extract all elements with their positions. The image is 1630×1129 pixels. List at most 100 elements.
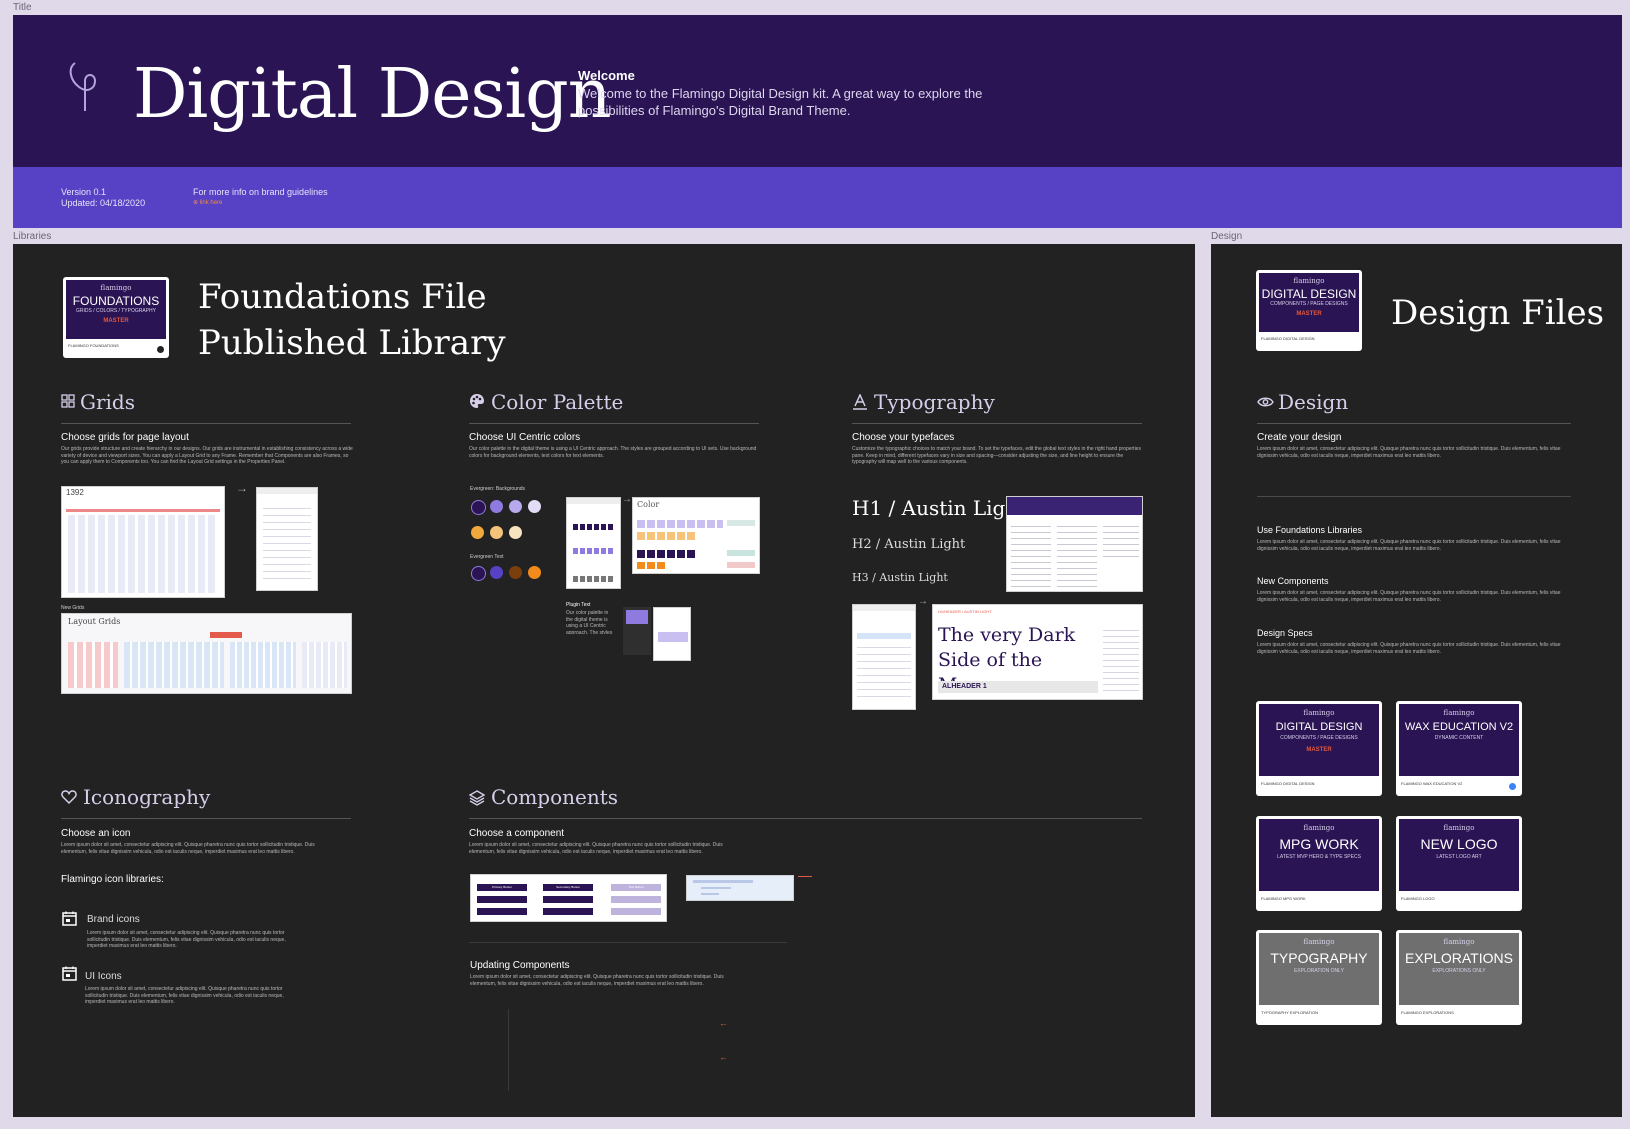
arrow-left-icon: ← [719, 1052, 728, 1062]
design-item-description: Lorem ipsum dolor sit amet, consectetur … [1257, 590, 1561, 603]
selected-style-row [857, 633, 911, 639]
color-swatch[interactable] [490, 526, 503, 539]
iconography-title: Iconography [83, 785, 211, 809]
design-file-card[interactable]: flamingo EXPLORATIONS EXPLORATIONS ONLY FLA… [1396, 930, 1522, 1025]
layout-grids-preview[interactable]: Layout Grids [61, 613, 352, 694]
design-item-description: Lorem ipsum dolor sit amet, consectetur … [1257, 642, 1561, 655]
card-footer: FLAMINGO FOUNDATIONS [68, 343, 119, 348]
flamingo-logo-icon [69, 62, 97, 111]
ui-icons-description: Lorem ipsum dolor sit amet, consectetur … [85, 986, 284, 1005]
design-file-card[interactable]: flamingo DIGITAL DESIGN COMPONENTS / PAGE … [1256, 701, 1382, 796]
grids-subheading: Choose grids for page layout [61, 432, 189, 443]
card-title: WAX EDUCATION V2 [1404, 721, 1514, 733]
card-footer: FLAMINGO LOGO [1401, 896, 1435, 901]
grids-description: Our grids provide structure and create h… [61, 446, 353, 465]
layout-grids-title: Layout Grids [68, 617, 121, 626]
plugin-text-label: Plugin Text [566, 602, 591, 608]
welcome-text: Welcome to the Flamingo Digital Design k… [578, 86, 983, 118]
card-subtitle: DYNAMIC CONTENT [1434, 735, 1484, 741]
design-item-title: Use Foundations Libraries [1257, 525, 1363, 535]
design-section-title: Design [1278, 390, 1349, 414]
digital-design-file-card[interactable]: flamingo DIGITAL DESIGN COMPONENTS / PAG… [1256, 270, 1362, 351]
text-styles-panel-shot[interactable] [852, 604, 916, 710]
secondary-button-sample-3 [543, 908, 593, 915]
grid-highlight [210, 632, 242, 638]
plugin-window-shot[interactable] [653, 607, 691, 661]
design-file-card[interactable]: flamingo NEW LOGO LATEST LOGO ART FLAMINGO … [1396, 816, 1522, 911]
color-chip-row-1 [637, 520, 723, 528]
color-chip-row-4 [637, 562, 667, 569]
color-subheading: Choose UI Centric colors [469, 432, 581, 443]
card-brand: flamingo [1443, 824, 1475, 832]
design-frame-label: Design [1211, 231, 1243, 242]
link-icon: ⊕ [193, 200, 200, 206]
color-swatch[interactable] [471, 526, 484, 539]
page-title: Digital Design [133, 55, 612, 134]
brand-guidelines-link[interactable]: ⊕ link here [193, 199, 222, 206]
grid-sample-3 [230, 642, 296, 688]
card-tag: MASTER [103, 318, 129, 324]
grid-icon [61, 394, 75, 408]
design-file-card[interactable]: flamingo TYPOGRAPHY EXPLORATION ONLY TYPOGR… [1256, 930, 1382, 1025]
color-swatch[interactable] [509, 566, 522, 579]
grids-preview-frame[interactable]: 1392 [61, 486, 225, 598]
bg-colors-label: Evergreen: Backgrounds [470, 486, 526, 492]
type-sample-shot[interactable]: H1/HEADER / AUSTIN LIGHT The very Dark S… [932, 604, 1143, 700]
primary-button-sample-3 [477, 908, 527, 915]
components-title: Components [491, 785, 619, 809]
design-file-card[interactable]: flamingo MPG WORK LATEST MVP HERO & TYPE S… [1256, 816, 1382, 911]
swatch-row-1 [573, 524, 615, 530]
card-footer: FLAMINGO DIGITAL DESIGN [1261, 781, 1315, 786]
type-sheet-col-3 [1103, 521, 1139, 561]
foundations-file-card[interactable]: flamingo FOUNDATIONS GRIDS / COLORS / TY… [63, 277, 169, 358]
panel-rows [263, 502, 311, 584]
color-swatch[interactable] [528, 500, 541, 513]
ui-icons-link[interactable]: UI Icons [85, 971, 122, 982]
color-swatch[interactable] [509, 526, 522, 539]
brand-icons-description: Lorem ipsum dolor sit amet, consectetur … [87, 930, 286, 949]
annotation-line [798, 876, 812, 877]
card-title: NEW LOGO [1420, 836, 1498, 852]
typography-divider [852, 423, 1142, 424]
title-frame-label: Title [13, 2, 32, 13]
dropdown-component-shot[interactable] [686, 875, 794, 901]
primary-button-sample: Primary Button [477, 884, 527, 891]
color-swatch[interactable] [471, 500, 486, 515]
grid-styles-panel-shot[interactable] [256, 487, 318, 591]
color-swatch[interactable] [528, 566, 541, 579]
type-sample-tag: H1/HEADER / AUSTIN LIGHT [938, 609, 992, 614]
arrow-right-icon: → [622, 494, 632, 505]
type-sheet-col-2 [1057, 521, 1097, 587]
card-footer: FLAMINGO EXPLORATIONS [1401, 1010, 1454, 1015]
card-cover: flamingo NEW LOGO LATEST LOGO ART [1399, 819, 1519, 891]
typography-subheading: Choose your typefaces [852, 432, 955, 443]
color-sheet-shot[interactable]: Color [632, 497, 760, 574]
text-button-sample-2 [611, 896, 661, 903]
design-divider [1257, 423, 1571, 424]
updating-divider [469, 942, 787, 943]
card-cover: flamingo TYPOGRAPHY EXPLORATION ONLY [1259, 933, 1379, 1005]
card-cover: flamingo DIGITAL DESIGN COMPONENTS / PAGE … [1259, 704, 1379, 776]
color-chip-pink [727, 562, 755, 568]
card-footer: FLAMINGO DIGITAL DESIGN [1261, 336, 1315, 341]
arrow-right-icon: → [236, 481, 248, 495]
brand-icons-link[interactable]: Brand icons [87, 914, 140, 925]
color-swatch[interactable] [490, 566, 503, 579]
type-styles-sheet-shot[interactable] [1006, 496, 1143, 592]
design-item-title: New Components [1257, 576, 1329, 586]
typography-description: Customize the typographic choices to mat… [852, 446, 1141, 465]
design-item-title: Design Specs [1257, 628, 1313, 638]
color-swatch[interactable] [490, 500, 503, 513]
title-info-band: Version 0.1 Updated: 04/18/2020 For more… [13, 167, 1622, 228]
design-file-card[interactable]: flamingo WAX EDUCATION V2 DYNAMIC CONTENT F… [1396, 701, 1522, 796]
foundations-heading-line2: Published Library [198, 323, 506, 363]
buttons-preview[interactable]: Primary Button Secondary Button Text But… [470, 874, 667, 922]
text-format-icon [853, 394, 867, 410]
color-swatch[interactable] [471, 566, 486, 581]
color-styles-panel-shot[interactable] [566, 497, 621, 589]
color-palette-title: Color Palette [491, 390, 624, 414]
color-swatch[interactable] [509, 500, 522, 513]
updated-text: Updated: 04/18/2020 [61, 198, 146, 208]
secondary-button-sample-2 [543, 896, 593, 903]
type-sheet-col-1 [1011, 521, 1051, 587]
